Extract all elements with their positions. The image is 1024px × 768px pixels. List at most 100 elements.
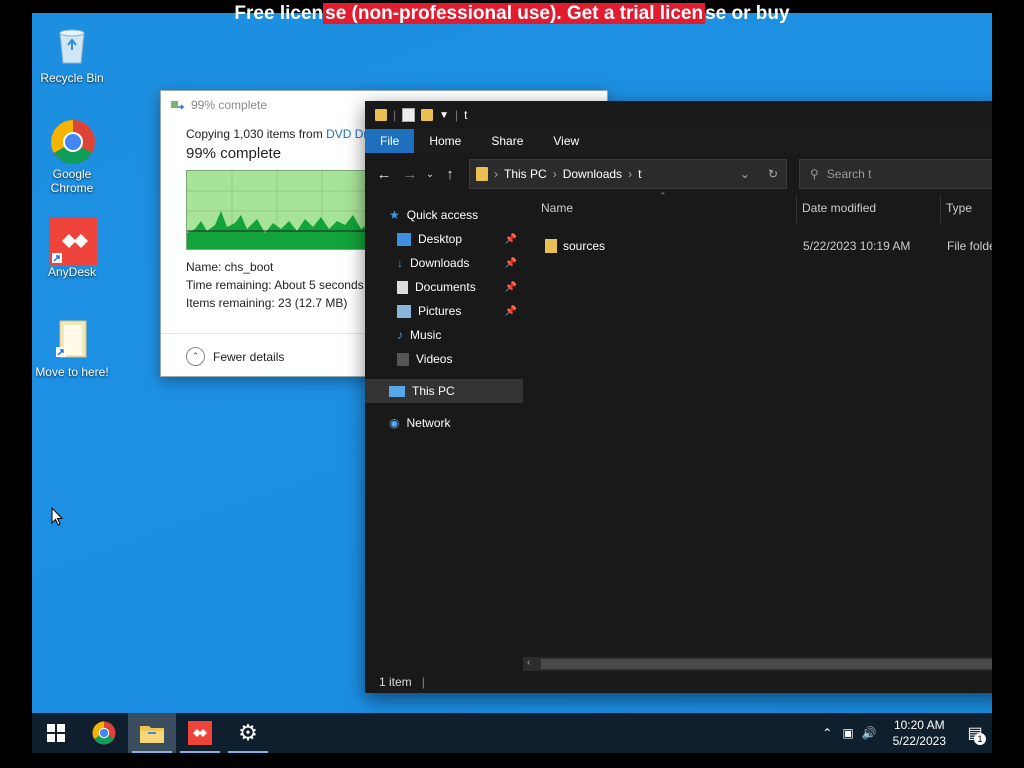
column-type[interactable]: Type [946,201,972,215]
nav-pictures[interactable]: Pictures 📌 [365,299,523,323]
nav-network[interactable]: ◉ Network [365,411,523,435]
file-name: sources [563,239,606,253]
fewer-details-label: Fewer details [213,349,285,364]
pin-icon: 📌 [504,233,517,245]
address-dropdown-icon[interactable]: ⌄ [740,167,750,181]
divider: | [393,108,397,122]
clock[interactable]: 10:20 AM 5/22/2023 [893,717,946,749]
search-box[interactable]: ⚲ Search t [799,159,992,189]
nav-label: Network [406,416,451,430]
fewer-details-button[interactable]: ⌃ Fewer details [186,347,284,366]
column-name[interactable]: Name [541,201,573,215]
document-icon [397,280,408,294]
mouse-cursor [51,506,64,532]
star-icon: ★ [389,208,400,222]
chevron-right-icon: › [552,167,557,181]
anydesk-icon [188,721,212,745]
explorer-title: t [464,108,468,122]
nav-videos[interactable]: Videos [365,347,523,371]
copy-source-link[interactable]: DVD Dr [326,127,367,141]
breadcrumb-this-pc[interactable]: This PC [504,167,547,181]
divider: | [455,108,459,122]
nav-documents[interactable]: Documents 📌 [365,275,523,299]
music-note-icon: ♪ [397,328,403,342]
qat-dropdown-icon[interactable]: ▼ [439,110,449,121]
desktop-icon-google-chrome[interactable]: Google Chrome [32,119,112,195]
video-icon [397,352,409,366]
file-type: File folde [947,239,992,253]
tab-home[interactable]: Home [414,129,476,153]
taskbar-chrome-button[interactable] [80,713,128,753]
nav-label: Music [410,328,442,342]
pin-icon: 📌 [504,281,517,293]
recycle-bin-icon [50,23,94,67]
ribbon-tabs: File Home Share View [365,129,992,153]
horizontal-scrollbar[interactable]: ‹ [523,657,992,671]
pin-icon: 📌 [504,257,517,269]
file-row[interactable]: sources 5/22/2023 10:19 AM File folde [523,235,992,257]
back-button[interactable]: ← [371,166,397,183]
tab-file[interactable]: File [365,129,415,153]
navigation-pane: ★ Quick access Desktop 📌 ↓ Downloads 📌 D… [365,195,523,671]
properties-icon[interactable] [402,108,416,122]
new-folder-icon[interactable] [421,109,434,121]
nav-downloads[interactable]: ↓ Downloads 📌 [365,251,523,275]
volume-icon[interactable]: 🔊 [862,726,877,740]
chevron-up-icon: ⌃ [186,347,205,366]
download-arrow-icon: ↓ [397,256,403,270]
desktop-icon-recycle-bin[interactable]: Recycle Bin [32,23,112,85]
file-list: Name ⌃ Date modified Type sources 5/22/2… [523,191,992,671]
file-explorer-icon [140,726,164,743]
chrome-icon [92,721,116,745]
up-arrow-icon: ↑ [446,165,454,183]
refresh-icon[interactable]: ↻ [768,167,778,181]
nav-music[interactable]: ♪ Music [365,323,523,347]
nav-label: Videos [416,352,453,366]
explorer-titlebar[interactable]: | ▼ | t [365,101,992,129]
breadcrumb-t[interactable]: t [638,167,641,181]
taskbar-settings-button[interactable]: ⚙ [224,713,272,753]
search-icon: ⚲ [810,167,819,181]
network-status-icon[interactable]: ▣ [842,726,853,740]
nav-desktop[interactable]: Desktop 📌 [365,227,523,251]
show-hidden-icons-button[interactable]: ⌃ [822,726,832,740]
pin-icon: 📌 [504,305,517,317]
status-bar: 1 item | [365,671,992,693]
running-indicator [228,751,268,753]
column-date-modified[interactable]: Date modified [802,201,876,215]
chrome-icon [50,119,95,164]
divider [940,195,941,223]
nav-quick-access[interactable]: ★ Quick access [365,203,523,227]
action-center-button[interactable]: ▤ 1 [958,713,992,753]
file-date: 5/22/2023 10:19 AM [803,239,911,253]
up-button[interactable]: ↑ [437,166,463,183]
taskbar-file-explorer-button[interactable] [128,713,176,753]
anydesk-icon [50,217,98,265]
nav-this-pc[interactable]: This PC [365,379,523,403]
notification-badge: 1 [974,733,986,745]
item-count: 1 item [379,675,412,689]
nav-label: Pictures [418,304,462,318]
address-bar[interactable]: › This PC › Downloads › t ⌄ ↻ [469,159,787,189]
copy-dialog-title: 99% complete [191,98,268,112]
taskbar-anydesk-button[interactable] [176,713,224,753]
forward-arrow-icon: → [402,165,418,183]
divider [796,195,797,223]
chevron-up-icon: ⌃ [822,726,833,740]
nav-label: Desktop [418,232,463,246]
clock-time: 10:20 AM [893,718,945,732]
tab-share[interactable]: Share [476,129,538,153]
recent-locations-button[interactable]: ⌄ [423,169,437,180]
desktop-icon-move-to-here[interactable]: Move to here! [32,317,112,379]
scroll-left-icon[interactable]: ‹ [527,657,530,668]
breadcrumb-downloads[interactable]: Downloads [563,167,622,181]
forward-button[interactable]: → [397,166,423,183]
nav-label: Quick access [406,208,479,222]
tab-view[interactable]: View [538,129,594,153]
back-arrow-icon: ← [376,165,392,183]
active-indicator [132,751,172,753]
start-button[interactable] [32,713,80,753]
scrollbar-thumb[interactable] [541,659,992,669]
desktop-icon-anydesk[interactable]: AnyDesk [32,217,112,279]
chevron-right-icon: › [628,167,633,181]
